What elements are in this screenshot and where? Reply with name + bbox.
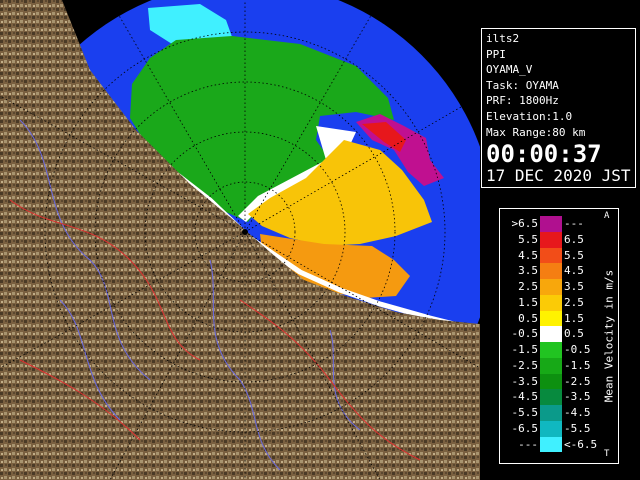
legend-lower-bound: 1.5 xyxy=(518,295,538,309)
legend-upper-bound: -1.5 xyxy=(564,358,591,372)
radar-ppi-map xyxy=(0,0,480,480)
legend-row: 1.5 2.5 xyxy=(500,294,600,311)
legend-upper-bound: --- xyxy=(564,217,584,230)
legend-row: -6.5 -5.5 xyxy=(500,420,600,437)
legend-row: -4.5 -3.5 xyxy=(500,389,600,405)
prf-value: PRF: 1800Hz xyxy=(486,94,559,108)
velocity-legend: >6.5 --- 5.5 6.5 4.5 5.5 3.5 4.5 2.5 3.5 1.5 2.5 0.5… xyxy=(499,208,619,464)
legend-lower-bound: -5.5 xyxy=(511,406,539,419)
task-name: Task: OYAMA xyxy=(486,78,559,92)
legend-upper-bound: 6.5 xyxy=(564,232,584,246)
legend-row: >6.5 --- xyxy=(500,216,600,232)
legend-row: -5.5 -4.5 xyxy=(500,405,600,421)
legend-lower-bound: -4.5 xyxy=(511,390,539,404)
legend-title: Mean Velocity in m/s xyxy=(602,269,616,403)
legend-lower-bound: -2.5 xyxy=(511,358,539,372)
legend-upper-bound: 0.5 xyxy=(564,327,584,341)
legend-row: 0.5 1.5 xyxy=(500,310,600,327)
legend-row: 3.5 4.5 xyxy=(500,263,600,279)
legend-upper-bound: -0.5 xyxy=(564,343,591,356)
legend-color-swatch xyxy=(540,310,562,327)
legend-color-swatch xyxy=(540,357,562,374)
legend-upper-bound: -3.5 xyxy=(564,390,591,404)
legend-lower-bound: 2.5 xyxy=(518,280,538,293)
legend-lower-bound: -1.5 xyxy=(511,343,539,356)
legend-upper-bound: -2.5 xyxy=(564,374,591,388)
legend-lower-bound: 4.5 xyxy=(518,248,538,262)
scan-time: 00:00:37 xyxy=(486,140,602,169)
legend-title-wrap: Mean Velocity in m/s xyxy=(600,213,618,459)
elevation-value: Elevation:1.0 xyxy=(486,109,573,123)
legend-row: -2.5 -1.5 xyxy=(500,357,600,374)
legend-corner-bottom: T xyxy=(604,449,610,459)
legend-upper-bound: 1.5 xyxy=(564,311,584,325)
radar-site-marker xyxy=(242,229,248,235)
legend-color-swatch xyxy=(540,389,562,405)
legend-upper-bound: 2.5 xyxy=(564,295,584,309)
legend-row: 2.5 3.5 xyxy=(500,279,600,295)
legend-color-swatch xyxy=(540,263,562,279)
legend-lower-bound: -0.5 xyxy=(511,327,539,341)
legend-lower-bound: >6.5 xyxy=(511,217,539,230)
max-range-value: Max Range:80 km xyxy=(486,125,586,139)
legend-color-swatch xyxy=(540,247,562,264)
legend-row: -0.5 0.5 xyxy=(500,326,600,342)
legend-upper-bound: -4.5 xyxy=(564,406,591,419)
legend-row: -3.5 -2.5 xyxy=(500,373,600,390)
legend-lower-bound: 5.5 xyxy=(518,232,538,246)
legend-color-swatch xyxy=(540,294,562,311)
legend-row: 5.5 6.5 xyxy=(500,231,600,248)
legend-upper-bound: <-6.5 xyxy=(564,437,598,451)
legend-color-swatch xyxy=(540,436,562,453)
legend-upper-bound: 5.5 xyxy=(564,248,584,262)
legend-row: 4.5 5.5 xyxy=(500,247,600,264)
radar-name: OYAMA_V xyxy=(486,63,533,77)
legend-color-swatch xyxy=(540,326,562,342)
legend-color-swatch xyxy=(540,279,562,295)
legend-color-swatch xyxy=(540,216,562,232)
legend-color-swatch xyxy=(540,342,562,358)
legend-row: --- <-6.5 xyxy=(500,436,600,453)
legend-color-swatch xyxy=(540,373,562,390)
product-type: PPI xyxy=(486,47,506,61)
scan-date: 17 DEC 2020 JST xyxy=(486,166,631,186)
legend-lower-bound: 0.5 xyxy=(518,311,538,325)
legend-color-swatch xyxy=(540,405,562,421)
legend-upper-bound: -5.5 xyxy=(564,421,591,435)
legend-lower-bound: -3.5 xyxy=(511,374,539,388)
legend-upper-bound: 4.5 xyxy=(564,264,584,278)
legend-lower-bound: 3.5 xyxy=(518,264,538,278)
legend-lower-bound: -6.5 xyxy=(511,421,539,435)
legend-lower-bound: --- xyxy=(518,437,538,451)
legend-color-swatch xyxy=(540,420,562,437)
legend-upper-bound: 3.5 xyxy=(564,280,584,293)
legend-color-swatch xyxy=(540,231,562,248)
legend-row: -1.5 -0.5 xyxy=(500,342,600,358)
station-code: ilts2 xyxy=(486,32,520,45)
info-box: ilts2 PPI OYAMA_V Task: OYAMA PRF: 1800H… xyxy=(481,28,636,188)
